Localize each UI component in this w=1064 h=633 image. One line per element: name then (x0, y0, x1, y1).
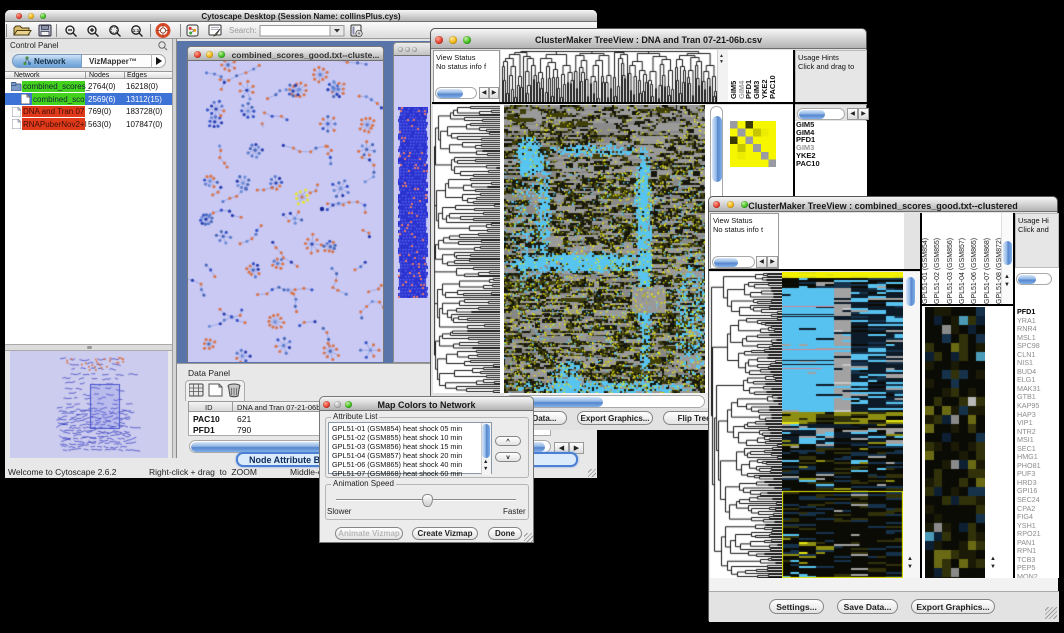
svg-text:Search:: Search: (229, 26, 257, 35)
svg-text:1:1: 1:1 (133, 28, 140, 33)
